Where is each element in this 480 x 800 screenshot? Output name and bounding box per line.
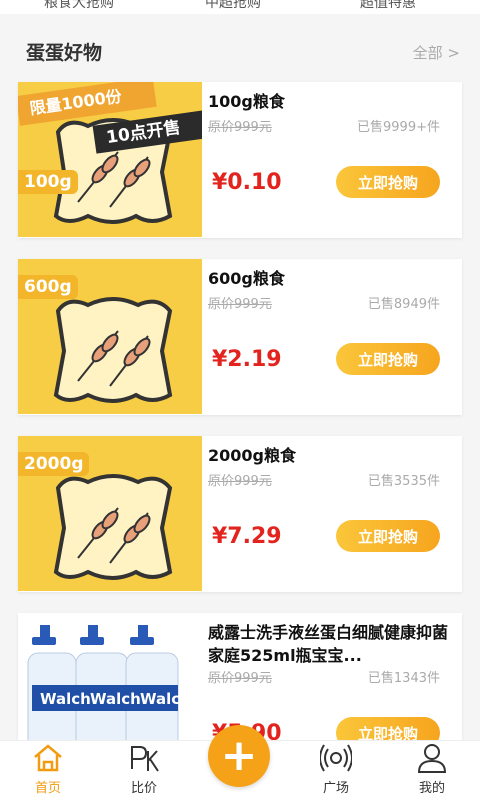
sold-count: 已售8949件 (367, 297, 440, 312)
hand-wash-bottles-icon: Walch Walch Walch (27, 625, 191, 753)
top-category-strip: 粮食大抢购 中超抢购 超值特惠 (0, 0, 480, 14)
tab-label: 广场 (322, 781, 349, 796)
brand-text: Walch (90, 690, 141, 708)
top-strip-item[interactable]: 粮食大抢购 (44, 0, 114, 12)
plus-icon: + (220, 730, 258, 781)
top-strip-item[interactable]: 中超抢购 (205, 0, 261, 12)
product-name: 600g粮食 (208, 269, 285, 288)
weight-badge: 100g (18, 170, 78, 194)
grain-bag-icon (53, 297, 173, 403)
product-price: ¥2.19 (212, 347, 282, 372)
original-price: 原价999元 (208, 474, 272, 489)
bottom-tab-bar: 首页 比价 + 广场 我的 (0, 725, 480, 800)
grain-bag-icon (53, 474, 173, 580)
product-price: ¥7.29 (212, 524, 282, 549)
section-header: 蛋蛋好物 全部 > (0, 30, 480, 70)
product-info: 2000g粮食 原价999元 已售3535件 ¥7.29 立即抢购 (208, 436, 462, 592)
user-icon (417, 744, 447, 773)
pk-icon (131, 746, 159, 772)
tab-label: 首页 (34, 781, 61, 796)
original-price: 原价999元 (208, 671, 272, 686)
weight-badge: 600g (18, 275, 78, 299)
product-image: 600g (18, 259, 202, 414)
original-price: 原价999元 (208, 120, 272, 135)
product-card[interactable]: 600g 600g粮食 原价999元 已售8949件 ¥2.19 立即抢购 (18, 259, 462, 415)
product-name: 2000g粮食 (208, 446, 296, 465)
tab-home[interactable]: 首页 (8, 741, 88, 800)
tab-mine[interactable]: 我的 (392, 741, 472, 800)
sold-count: 已售9999+件 (357, 120, 440, 135)
product-card[interactable]: 限量1000份 10点开售 100g 100g粮食 原价999元 已售9999+… (18, 82, 462, 238)
buy-now-button[interactable]: 立即抢购 (336, 520, 440, 552)
product-info: 100g粮食 原价999元 已售9999+件 ¥0.10 立即抢购 (208, 82, 462, 238)
product-card[interactable]: 2000g 2000g粮食 原价999元 已售3535件 ¥7.29 立即抢购 (18, 436, 462, 592)
publish-plus-button[interactable]: + (208, 725, 270, 787)
weight-badge: 2000g (18, 452, 90, 476)
view-all-link[interactable]: 全部 > (413, 42, 460, 63)
product-image: 2000g (18, 436, 202, 591)
original-price: 原价999元 (208, 297, 272, 312)
product-price: ¥0.10 (212, 170, 282, 195)
section-title: 蛋蛋好物 (26, 42, 103, 64)
sold-count: 已售1343件 (367, 671, 440, 686)
home-icon (34, 744, 62, 772)
product-image: 限量1000份 10点开售 100g (18, 82, 202, 237)
tab-label: 我的 (418, 781, 445, 796)
product-name: 100g粮食 (208, 92, 285, 111)
sold-count: 已售3535件 (367, 474, 440, 489)
buy-now-button[interactable]: 立即抢购 (336, 166, 440, 198)
product-info: 600g粮食 原价999元 已售8949件 ¥2.19 立即抢购 (208, 259, 462, 415)
tab-label: 比价 (130, 781, 157, 796)
tab-plaza[interactable]: 广场 (296, 741, 376, 800)
product-name: 威露士洗手液丝蛋白细腻健康抑菌家庭525ml瓶宝宝... (208, 623, 449, 665)
brand-text: Walch (40, 690, 91, 708)
tab-compare[interactable]: 比价 (104, 741, 184, 800)
brand-text: Walch (140, 690, 191, 708)
top-strip-item[interactable]: 超值特惠 (360, 0, 416, 12)
broadcast-icon (320, 744, 352, 772)
buy-now-button[interactable]: 立即抢购 (336, 343, 440, 375)
